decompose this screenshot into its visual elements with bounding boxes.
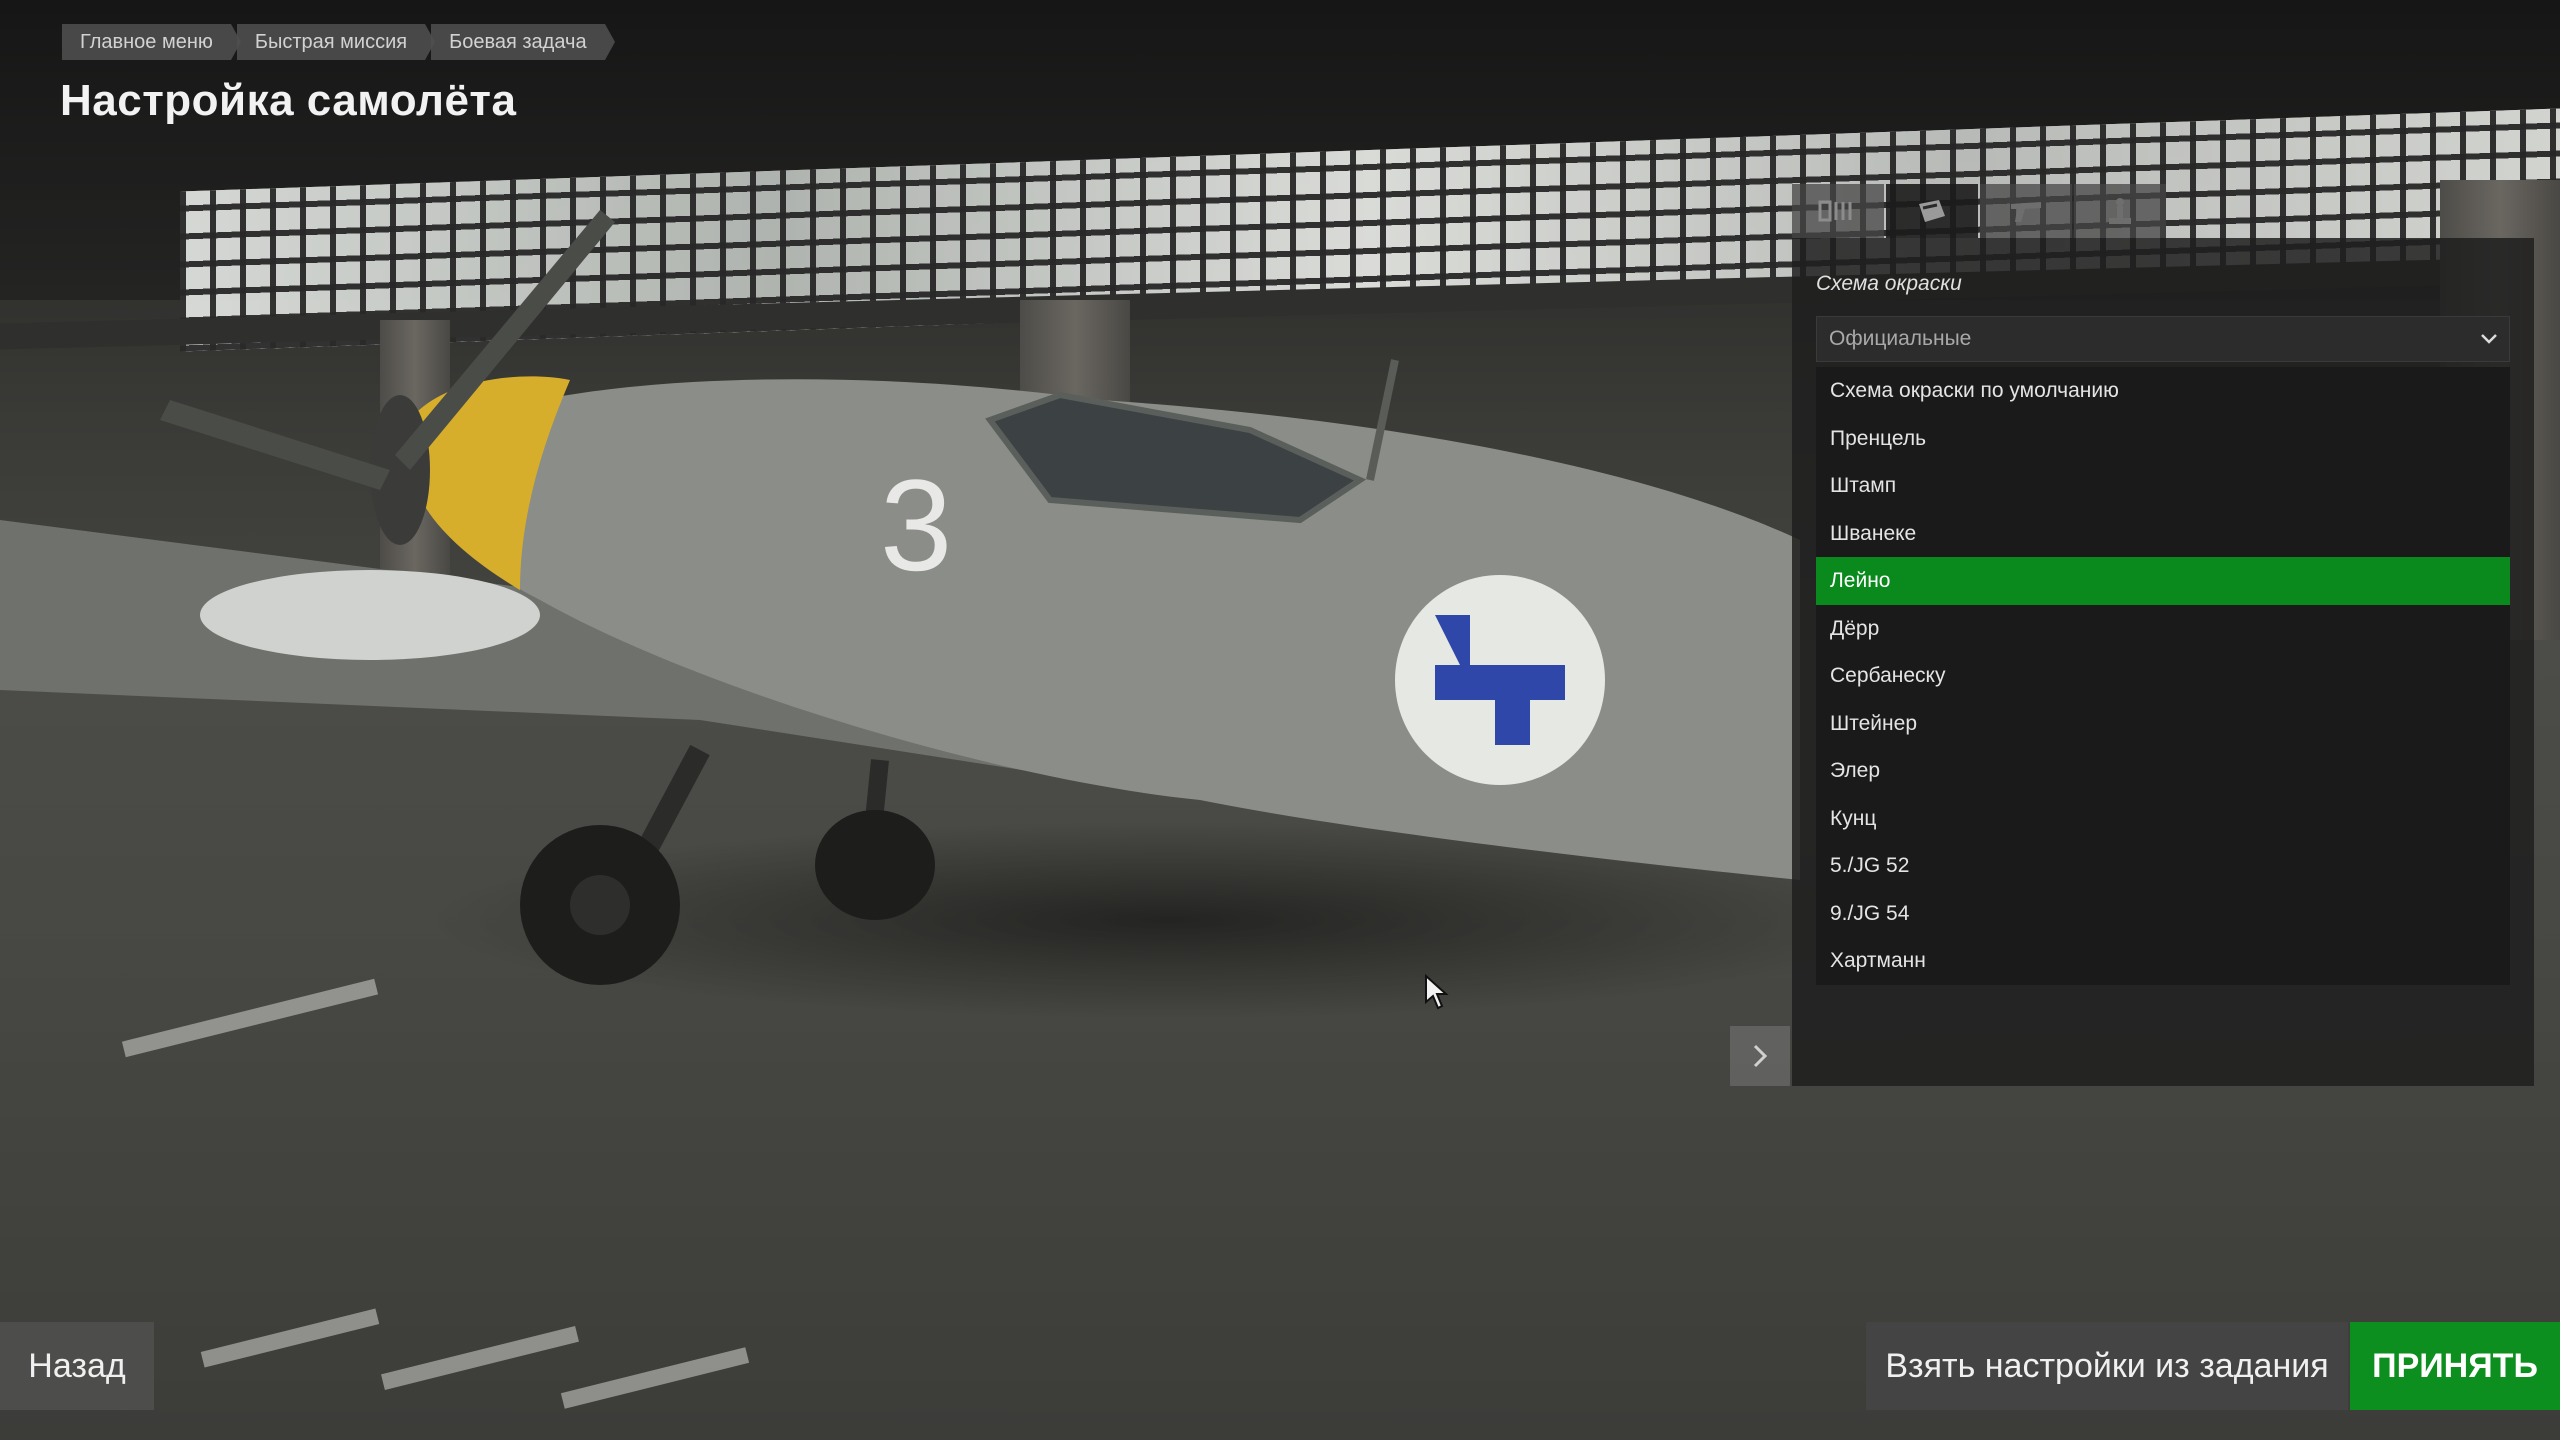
paint-scheme-dropdown[interactable]: Официальные	[1816, 316, 2510, 362]
panel-toggle-button[interactable]	[1730, 1026, 1790, 1086]
pilot-icon	[2109, 198, 2131, 224]
tab-pilot[interactable]	[2074, 184, 2166, 238]
list-item[interactable]: 5./JG 52	[1816, 842, 2510, 890]
list-item[interactable]: Элер	[1816, 747, 2510, 795]
list-item[interactable]: 9./JG 54	[1816, 890, 2510, 938]
aircraft-number: 3	[880, 452, 952, 598]
list-item[interactable]: Пренцель	[1816, 415, 2510, 463]
list-item[interactable]: Шванеке	[1816, 510, 2510, 558]
landing-gear-wheel	[815, 810, 935, 920]
customization-tabs	[1792, 184, 2168, 238]
wheel-hub	[570, 875, 630, 935]
list-item[interactable]: Хартманн	[1816, 937, 2510, 985]
breadcrumb-combat-task[interactable]: Боевая задача	[431, 24, 616, 60]
list-item[interactable]: Штейнер	[1816, 700, 2510, 748]
mouse-cursor-icon	[1425, 974, 1449, 1010]
chevron-right-icon	[1753, 1044, 1768, 1068]
dropdown-value: Официальные	[1829, 327, 1972, 350]
tab-skin[interactable]	[1886, 184, 1978, 238]
list-item-selected[interactable]: Лейно	[1816, 557, 2510, 605]
propeller-blade	[160, 400, 390, 490]
tab-loadout[interactable]	[1792, 184, 1884, 238]
list-item[interactable]: Кунц	[1816, 795, 2510, 843]
weapon-icon	[2011, 202, 2041, 222]
list-item[interactable]: Штамп	[1816, 462, 2510, 510]
accept-button[interactable]: ПРИНЯТЬ	[2350, 1322, 2560, 1410]
chevron-down-icon	[2469, 333, 2509, 345]
list-item[interactable]: Сербанеску	[1816, 652, 2510, 700]
list-item[interactable]: Схема окраски по умолчанию	[1816, 367, 2510, 415]
loadout-icon	[1818, 200, 1852, 222]
tab-weapons[interactable]	[1980, 184, 2072, 238]
page-title: Настройка самолёта	[60, 76, 517, 125]
wing-roundel	[200, 570, 540, 660]
paint-scheme-label: Схема окраски	[1816, 272, 1962, 295]
list-item[interactable]: Дёрр	[1816, 605, 2510, 653]
back-button[interactable]: Назад	[0, 1322, 154, 1410]
take-mission-settings-button[interactable]: Взять настройки из задания	[1866, 1322, 2348, 1410]
skin-icon	[1919, 200, 1945, 222]
breadcrumb: Главное меню Быстрая миссия Боевая задач…	[62, 24, 616, 60]
breadcrumb-quick-mission[interactable]: Быстрая миссия	[236, 24, 436, 60]
paint-scheme-list: Схема окраски по умолчанию Пренцель Штам…	[1816, 367, 2510, 985]
breadcrumb-main-menu[interactable]: Главное меню	[62, 24, 241, 60]
